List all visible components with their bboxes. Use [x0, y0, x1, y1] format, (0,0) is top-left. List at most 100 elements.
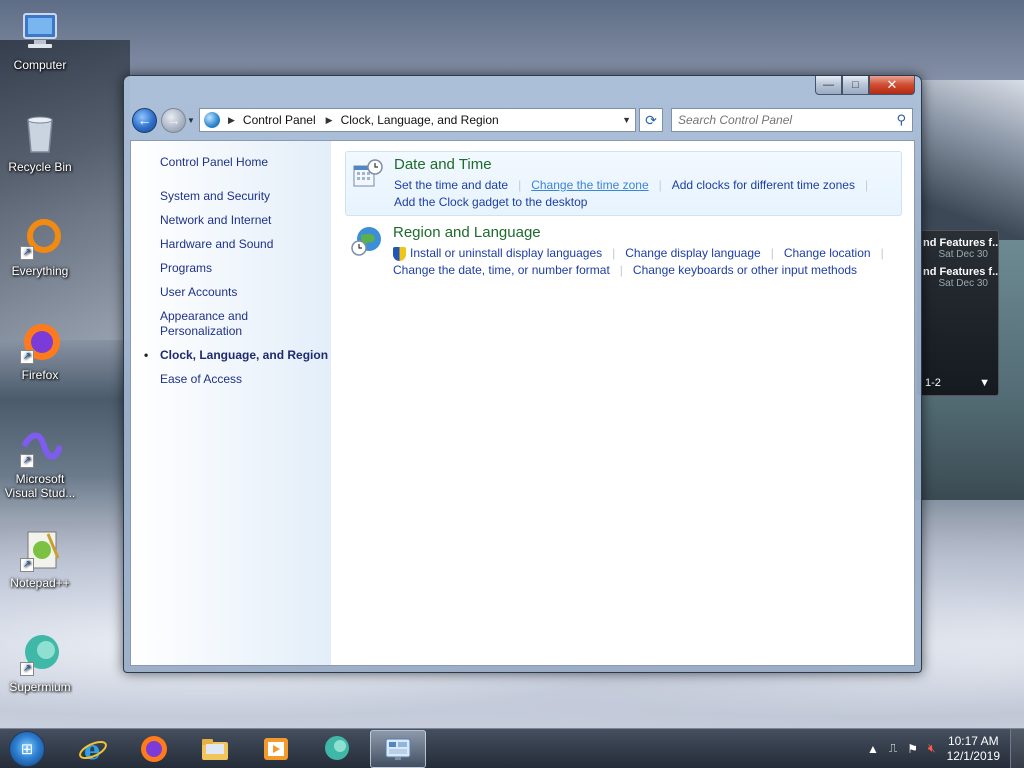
change-display-language-link[interactable]: Change display language: [625, 245, 760, 262]
clock-date: 12/1/2019: [946, 748, 1000, 763]
breadcrumb-control-panel[interactable]: Control Panel: [243, 113, 316, 127]
breadcrumb-arrow-icon[interactable]: ▶: [228, 115, 235, 126]
shortcut-arrow-icon: ↗: [20, 454, 34, 468]
change-date-time-number-format-link[interactable]: Change the date, time, or number format: [393, 262, 610, 279]
breadcrumb-arrow-icon[interactable]: ▶: [326, 115, 333, 126]
system-tray: ▲ ⎍ ⚑ 🔇︎ 10:17 AM 12/1/2019: [862, 729, 1024, 768]
minimize-icon: —: [823, 79, 834, 91]
svg-text:e: e: [84, 736, 101, 764]
start-button[interactable]: ⊞: [9, 730, 45, 767]
sidebar-item-programs[interactable]: Programs: [160, 261, 331, 276]
recent-pages-dropdown[interactable]: ▼: [187, 116, 195, 125]
maximize-icon: □: [852, 79, 859, 91]
main-pane: Date and Time Set the time and date | Cha…: [331, 141, 914, 665]
back-button[interactable]: ←: [132, 107, 157, 133]
search-input[interactable]: [678, 113, 878, 127]
media-player-icon: [264, 737, 288, 760]
desktop-icon-visual-studio[interactable]: ↗ Microsoft Visual Stud...: [0, 424, 80, 500]
taskbar-internet-explorer[interactable]: e: [65, 730, 121, 768]
taskbar-firefox[interactable]: [126, 730, 182, 768]
desktop-icon-notepad-plus-plus[interactable]: ↗ Notepad++: [0, 528, 80, 590]
sidebar-item-appearance[interactable]: Appearance and Personalization: [160, 309, 280, 339]
control-panel-icon: [385, 738, 411, 760]
desktop-icon-everything[interactable]: ↗ Everything: [0, 216, 80, 278]
desktop-icon-supermium[interactable]: ↗ Supermium: [0, 632, 80, 694]
close-button[interactable]: ✕: [869, 76, 915, 95]
visual-studio-icon: ↗: [18, 424, 63, 468]
supermium-icon: ↗: [18, 632, 62, 676]
sidebar-item-network-internet[interactable]: Network and Internet: [160, 213, 331, 228]
desktop-icon-label: Notepad++: [10, 576, 70, 590]
address-bar[interactable]: ▶ Control Panel ▶ Clock, Language, and R…: [199, 108, 636, 132]
desktop-icon-label: Supermium: [9, 680, 71, 694]
desktop-icon-computer[interactable]: Computer: [0, 10, 80, 72]
recycle-bin-icon: [18, 112, 62, 156]
maximize-button[interactable]: □: [842, 76, 869, 95]
action-center-flag-icon[interactable]: ⚑: [907, 742, 918, 756]
windows-logo-icon: ⊞: [20, 740, 34, 758]
network-icon[interactable]: ⎍: [889, 741, 897, 756]
clock[interactable]: 10:17 AM 12/1/2019: [947, 734, 1000, 764]
address-history-dropdown-icon[interactable]: ▼: [622, 115, 631, 125]
navigation-bar: ← → ▼ ▶ Control Panel ▶ Clock, Language,…: [132, 106, 913, 134]
globe-clock-icon[interactable]: [351, 226, 383, 258]
feed-item[interactable]: nd Features f... Sat Dec 30: [917, 260, 998, 289]
feed-item-title: nd Features f...: [923, 237, 998, 249]
feed-pager[interactable]: 1-2 ▼: [925, 377, 990, 389]
change-time-zone-link[interactable]: Change the time zone: [531, 177, 648, 194]
clock-time: 10:17 AM: [947, 733, 999, 748]
window-content: Control Panel Home System and Security N…: [130, 140, 915, 666]
everything-icon: ↗: [18, 216, 62, 260]
window-controls: — □ ✕: [815, 76, 915, 95]
feed-item-date: Sat Dec 30: [938, 278, 988, 289]
search-box[interactable]: ⚲: [671, 108, 913, 132]
taskbar-media-player[interactable]: [248, 730, 304, 768]
add-clock-gadget-link[interactable]: Add the Clock gadget to the desktop: [394, 194, 587, 211]
show-desktop-button[interactable]: [1010, 729, 1024, 768]
feed-pager-label: 1-2: [925, 377, 941, 389]
supermium-icon: [325, 735, 349, 760]
shortcut-arrow-icon: ↗: [20, 350, 34, 364]
notepad-plus-plus-icon: ↗: [18, 528, 62, 572]
sidebar-item-hardware-sound[interactable]: Hardware and Sound: [160, 237, 331, 252]
section-title[interactable]: Region and Language: [393, 224, 896, 241]
volume-muted-icon[interactable]: 🔇︎: [928, 741, 936, 756]
taskbar-control-panel[interactable]: [370, 729, 426, 768]
taskbar-supermium[interactable]: [309, 730, 365, 768]
desktop-icon-firefox[interactable]: ↗ Firefox: [0, 320, 80, 382]
taskbar-file-explorer[interactable]: [187, 730, 243, 768]
sidebar-item-user-accounts[interactable]: User Accounts: [160, 285, 331, 300]
feed-item-title: nd Features f...: [923, 266, 998, 278]
sidebar-item-system-security[interactable]: System and Security: [160, 189, 331, 204]
section-title[interactable]: Date and Time: [394, 156, 895, 173]
desktop-icon-recycle-bin[interactable]: Recycle Bin: [0, 112, 80, 174]
show-hidden-icons-button[interactable]: ▲: [867, 742, 879, 756]
change-keyboards-link[interactable]: Change keyboards or other input methods: [633, 262, 857, 279]
add-clocks-link[interactable]: Add clocks for different time zones: [672, 177, 855, 194]
feed-item[interactable]: nd Features f... Sat Dec 30: [917, 231, 998, 260]
control-panel-window[interactable]: — □ ✕ ← → ▼ ▶ Control Panel ▶ Clock, Lan…: [123, 75, 922, 673]
forward-button[interactable]: →: [161, 107, 186, 133]
chevron-down-icon[interactable]: ▼: [979, 377, 990, 389]
taskbar: ⊞ e ▲ ⎍ ⚑ 🔇︎ 10:17 AM 12/1/2019: [0, 728, 1024, 768]
install-display-languages-link[interactable]: Install or uninstall display languages: [410, 245, 602, 262]
feed-headlines-gadget[interactable]: nd Features f... Sat Dec 30 nd Features …: [916, 230, 999, 396]
control-panel-home-link[interactable]: Control Panel Home: [160, 155, 331, 169]
desktop-icon-label: Computer: [13, 58, 67, 72]
forward-arrow-icon: →: [166, 112, 181, 128]
sidebar-item-ease-of-access[interactable]: Ease of Access: [160, 372, 331, 387]
set-time-date-link[interactable]: Set the time and date: [394, 177, 508, 194]
section-region-language: Region and Language Install or uninstall…: [345, 220, 902, 283]
sidebar-item-clock-language-region[interactable]: Clock, Language, and Region: [144, 348, 331, 363]
section-links: Set the time and date | Change the time z…: [394, 177, 869, 211]
search-icon[interactable]: ⚲: [896, 112, 906, 128]
desktop-icon-label: Firefox: [21, 368, 59, 382]
change-location-link[interactable]: Change location: [784, 245, 871, 262]
section-date-time: Date and Time Set the time and date | Cha…: [345, 151, 902, 216]
refresh-button[interactable]: ⟳: [639, 108, 663, 132]
clock-calendar-icon[interactable]: [352, 158, 384, 190]
minimize-button[interactable]: —: [815, 76, 842, 95]
breadcrumb-clock-language-region[interactable]: Clock, Language, and Region: [341, 113, 499, 127]
computer-icon: [18, 10, 62, 54]
wallpaper-mountain-right: [914, 80, 1024, 240]
